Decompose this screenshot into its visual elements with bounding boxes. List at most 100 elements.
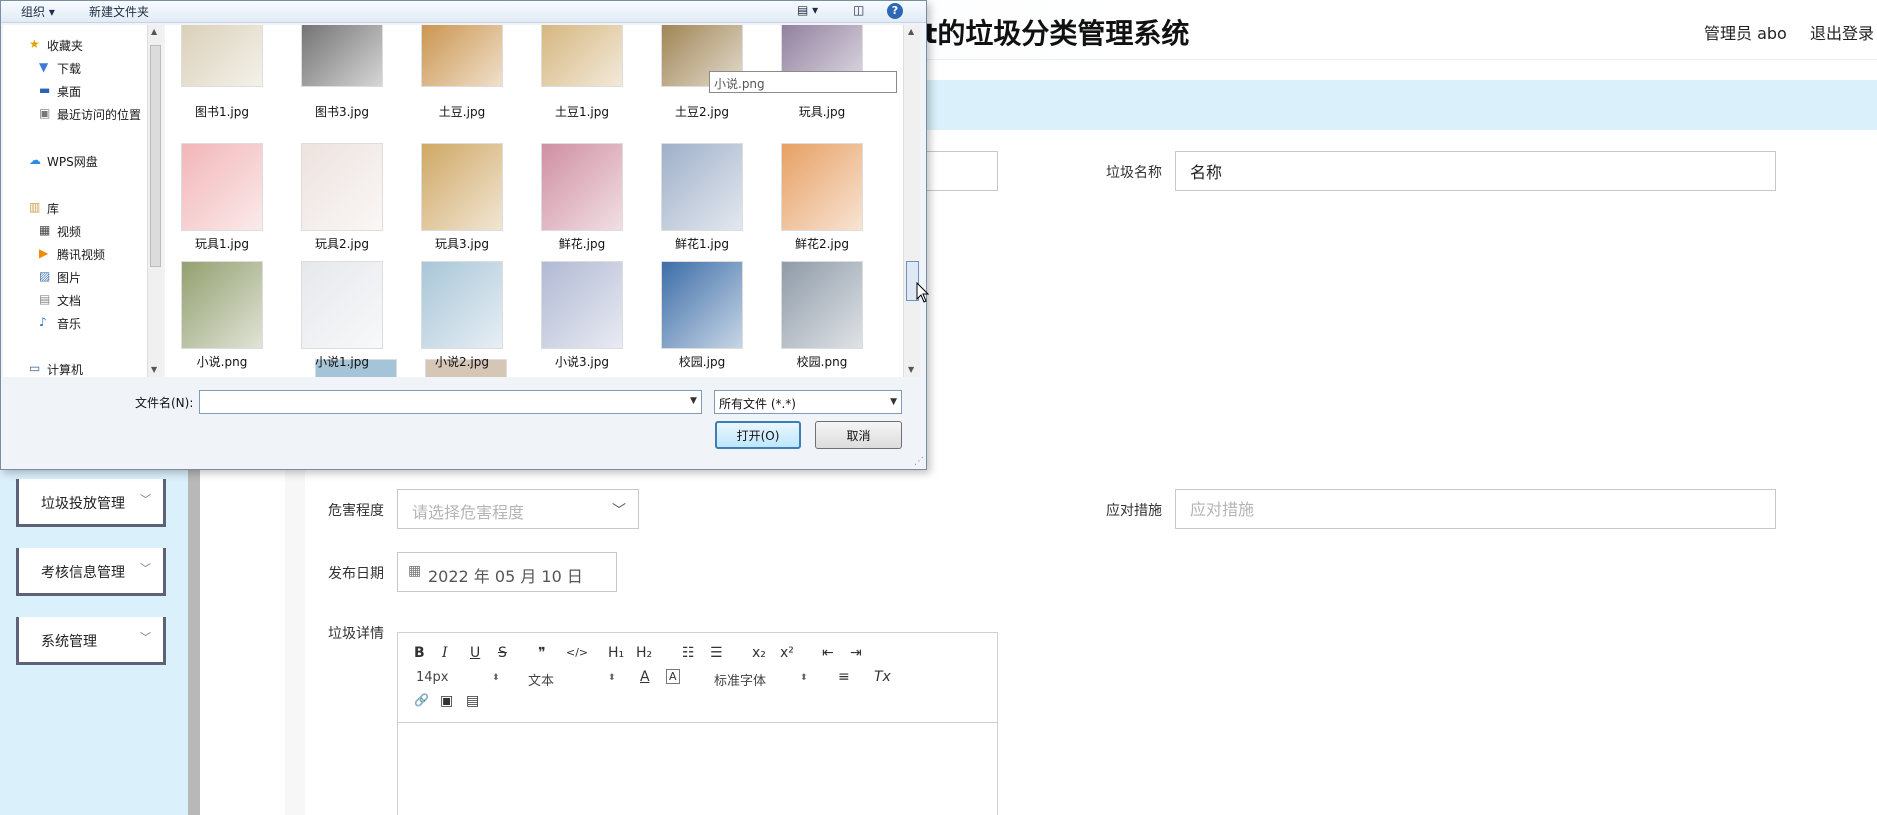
file-item[interactable]: 土豆1.jpg bbox=[527, 25, 637, 133]
file-thumbnail bbox=[181, 261, 263, 349]
file-item[interactable]: 图书1.jpg bbox=[167, 25, 277, 133]
date-picker[interactable]: ▦ 2022 年 05 月 10 日 bbox=[397, 552, 617, 592]
superscript-button[interactable]: x² bbox=[780, 645, 794, 661]
hazard-placeholder: 请选择危害程度 bbox=[412, 503, 525, 522]
tree-scroll-thumb[interactable] bbox=[150, 45, 161, 267]
tree-item-wps-cloud[interactable]: ☁ WPS网盘 bbox=[29, 153, 98, 170]
resize-grip-icon[interactable]: ⋰ bbox=[914, 456, 924, 467]
mouse-cursor-icon bbox=[916, 282, 930, 303]
file-item[interactable]: 鲜花1.jpg bbox=[647, 137, 757, 253]
tree-item-documents[interactable]: ▤ 文档 bbox=[39, 292, 81, 309]
file-thumbnail bbox=[301, 261, 383, 349]
view-options-icon[interactable]: ▤ ▾ bbox=[797, 3, 818, 17]
file-name: 土豆2.jpg bbox=[674, 105, 730, 119]
file-item[interactable]: 玩具1.jpg bbox=[167, 137, 277, 253]
sidebar-item-assessment[interactable]: 考核信息管理 ﹀ bbox=[16, 548, 166, 596]
scroll-down-icon[interactable]: ▼ bbox=[151, 365, 157, 374]
organize-button[interactable]: 组织 ▾ bbox=[21, 3, 55, 20]
sidebar-item-label: 考核信息管理 bbox=[41, 565, 125, 581]
h2-button[interactable]: H₂ bbox=[636, 645, 652, 661]
sidebar-item-waste-disposal[interactable]: 垃圾投放管理 ﹀ bbox=[16, 479, 166, 527]
file-item[interactable]: 玩具3.jpg bbox=[407, 137, 517, 253]
date-value: 2022 年 05 月 10 日 bbox=[428, 567, 583, 586]
file-item[interactable]: 图书3.jpg bbox=[287, 25, 397, 133]
code-button[interactable]: </> bbox=[566, 646, 588, 659]
file-thumbnail bbox=[781, 143, 863, 231]
file-item[interactable]: 鲜花.jpg bbox=[527, 137, 637, 253]
file-item[interactable]: 小说.png bbox=[167, 255, 277, 371]
cancel-button[interactable]: 取消 bbox=[815, 421, 902, 449]
link-button[interactable]: 🔗 bbox=[414, 693, 429, 707]
file-thumbnail bbox=[301, 25, 383, 87]
editor-toolbar: B I U S ❞ </> H₁ H₂ ☷ ☰ x₂ x² ⇤ ⇥ 14px ⬍… bbox=[398, 633, 997, 723]
subscript-button[interactable]: x₂ bbox=[752, 645, 766, 661]
filetype-select[interactable]: 所有文件 (*.*) ▼ bbox=[714, 390, 902, 414]
file-item[interactable]: 鲜花2.jpg bbox=[767, 137, 877, 253]
logout-link[interactable]: 退出登录 bbox=[1810, 20, 1874, 44]
underline-button[interactable]: U bbox=[470, 645, 480, 661]
sidebar-scrollbar[interactable] bbox=[188, 465, 200, 815]
italic-button[interactable]: I bbox=[442, 645, 448, 661]
open-button[interactable]: 打开(O) bbox=[715, 421, 801, 449]
tree-scrollbar[interactable]: ▲ ▼ bbox=[147, 25, 162, 377]
tree-item-computer[interactable]: ▭ 计算机 bbox=[29, 361, 83, 377]
preview-pane-icon[interactable]: ◫ bbox=[853, 3, 864, 17]
font-family-select[interactable]: 标准字体 ⬍ bbox=[714, 670, 808, 689]
tree-item-videos[interactable]: ▦ 视频 bbox=[39, 223, 81, 240]
chevron-down-icon: ﹀ bbox=[140, 631, 151, 644]
file-item[interactable]: 小说2.jpg bbox=[407, 255, 517, 371]
navigation-tree: ★ 收藏夹 ▼ 下载 ▬ 桌面 ▣ 最近访问的位置 ☁ WPS网盘 ▥ 库 ▦ … bbox=[3, 25, 148, 377]
new-folder-button[interactable]: 新建文件夹 bbox=[89, 3, 149, 20]
tree-item-tencent-video[interactable]: ▶ 腾讯视频 bbox=[39, 246, 105, 263]
chevron-down-icon: ▼ bbox=[890, 397, 897, 407]
file-item[interactable]: 校园.jpg bbox=[647, 255, 757, 371]
align-button[interactable]: ≡ bbox=[838, 669, 850, 685]
tree-item-library[interactable]: ▥ 库 bbox=[29, 200, 59, 217]
strikethrough-button[interactable]: S bbox=[498, 645, 507, 661]
help-icon[interactable]: ? bbox=[887, 3, 903, 19]
file-item[interactable]: 小说3.jpg bbox=[527, 255, 637, 371]
file-thumbnail bbox=[181, 143, 263, 231]
scroll-up-icon[interactable]: ▲ bbox=[908, 27, 914, 36]
computer-icon: ▭ bbox=[29, 361, 41, 375]
recent-places-icon: ▣ bbox=[39, 106, 51, 120]
tree-item-recent[interactable]: ▣ 最近访问的位置 bbox=[39, 106, 141, 123]
font-size-select[interactable]: 14px ⬍ bbox=[416, 670, 500, 685]
tree-item-desktop[interactable]: ▬ 桌面 bbox=[39, 83, 81, 100]
quote-button[interactable]: ❞ bbox=[538, 645, 546, 661]
page-title: t的垃圾分类管理系统 bbox=[924, 17, 1190, 50]
filename-dropdown-icon[interactable]: ▼ bbox=[685, 390, 702, 414]
ordered-list-button[interactable]: ☷ bbox=[682, 645, 695, 661]
outdent-button[interactable]: ⇤ bbox=[822, 645, 834, 661]
file-item[interactable]: 土豆.jpg bbox=[407, 25, 517, 133]
tree-item-favorites[interactable]: ★ 收藏夹 bbox=[29, 37, 83, 54]
sidebar-item-system[interactable]: 系统管理 ﹀ bbox=[16, 617, 166, 665]
file-name: 小说.png bbox=[196, 355, 248, 369]
hazard-select[interactable]: 请选择危害程度 ﹀ bbox=[397, 489, 639, 529]
video-button[interactable]: ▤ bbox=[466, 693, 479, 709]
file-item[interactable]: 小说1.jpg bbox=[287, 255, 397, 371]
indent-button[interactable]: ⇥ bbox=[850, 645, 862, 661]
tree-item-downloads[interactable]: ▼ 下载 bbox=[39, 60, 81, 77]
editor-content[interactable] bbox=[398, 724, 997, 815]
file-item[interactable]: 玩具2.jpg bbox=[287, 137, 397, 253]
tencent-video-icon: ▶ bbox=[39, 246, 49, 260]
bold-button[interactable]: B bbox=[414, 645, 425, 661]
bullet-list-button[interactable]: ☰ bbox=[710, 645, 723, 661]
text-color-button[interactable]: A bbox=[640, 669, 650, 685]
file-item[interactable]: 校园.png bbox=[767, 255, 877, 371]
bg-color-button[interactable]: A bbox=[666, 669, 680, 684]
file-grid-scrollbar[interactable]: ▲ ▼ bbox=[903, 25, 920, 377]
clear-format-button[interactable]: Tx bbox=[874, 669, 891, 685]
scroll-up-icon[interactable]: ▲ bbox=[151, 27, 157, 36]
h1-button[interactable]: H₁ bbox=[608, 645, 624, 661]
tree-item-pictures[interactable]: ▨ 图片 bbox=[39, 269, 81, 286]
name-input[interactable] bbox=[1175, 151, 1776, 191]
scroll-down-icon[interactable]: ▼ bbox=[908, 365, 914, 374]
image-button[interactable]: ▣ bbox=[440, 693, 453, 709]
date-label: 发布日期 bbox=[328, 566, 384, 582]
text-style-select[interactable]: 文本 ⬍ bbox=[528, 670, 616, 689]
filename-input[interactable] bbox=[199, 390, 702, 414]
tree-item-music[interactable]: ♪ 音乐 bbox=[39, 315, 81, 332]
measure-input[interactable] bbox=[1175, 489, 1776, 529]
